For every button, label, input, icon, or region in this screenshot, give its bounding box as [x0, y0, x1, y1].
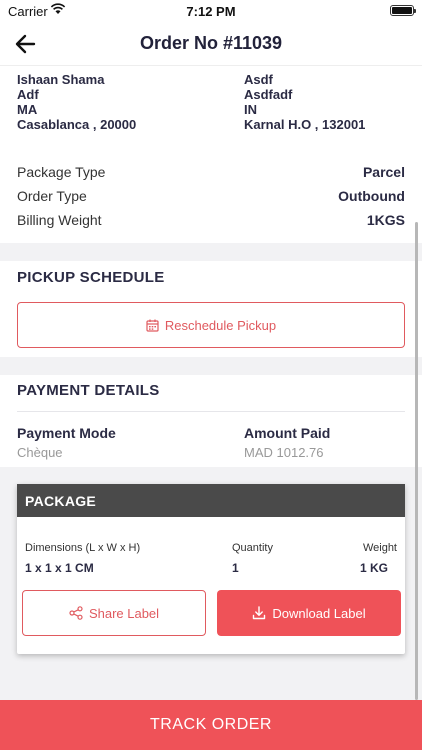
amount-paid-value: MAD 1012.76: [244, 445, 324, 460]
receiver-name: Asdf: [244, 72, 273, 87]
sender-line1: Adf: [17, 87, 39, 102]
payment-mode-label: Payment Mode: [17, 425, 116, 441]
package-type-label: Package Type: [17, 164, 106, 180]
package-card: PACKAGE Dimensions (L x W x H) 1 x 1 x 1…: [17, 484, 405, 654]
reschedule-pickup-label: Reschedule Pickup: [164, 317, 277, 333]
sender-name: Ishaan Shama: [17, 72, 105, 87]
billing-weight-value: 1KGS: [366, 212, 405, 228]
section-gap: [0, 243, 422, 261]
sender-city: Casablanca , 20000: [17, 117, 137, 132]
section-gap: [0, 357, 422, 375]
billing-weight-label: Billing Weight: [17, 212, 102, 228]
pickup-schedule-title: PICKUP SCHEDULE: [17, 269, 165, 286]
divider: [17, 411, 405, 412]
billing-weight-row: Billing Weight 1KGS: [17, 212, 405, 232]
receiver-line1: Asdfadf: [244, 87, 293, 102]
quantity-value: 1: [232, 561, 239, 575]
clock: 7:12 PM: [186, 4, 236, 19]
sender-address: Ishaan Shama Adf MA Casablanca , 20000: [17, 72, 136, 132]
order-type-label: Order Type: [17, 188, 87, 204]
package-title: PACKAGE: [17, 484, 405, 517]
payment-details-title: PAYMENT DETAILS: [17, 382, 160, 399]
reschedule-pickup-button[interactable]: Reschedule Pickup: [17, 302, 405, 348]
dimensions-value: 1 x 1 x 1 CM: [25, 561, 94, 575]
download-label-text: Download Label: [272, 605, 366, 621]
weight-label: Weight: [362, 542, 397, 554]
order-type-row: Order Type Outbound: [17, 188, 405, 208]
battery-icon: [390, 5, 416, 16]
package-type-value: Parcel: [362, 164, 405, 180]
payment-mode-value: Chèque: [17, 445, 63, 460]
dimensions-label: Dimensions (L x W x H): [25, 542, 141, 554]
page-title: Order No #11039: [139, 33, 283, 53]
calendar-icon: [146, 319, 159, 332]
receiver-city: Karnal H.O , 132001: [244, 117, 366, 132]
status-bar: Carrier 7:12 PM: [0, 0, 422, 22]
scrollbar[interactable]: [415, 222, 418, 700]
share-label-button[interactable]: Share Label: [22, 590, 206, 636]
receiver-line2: IN: [244, 102, 257, 117]
share-icon: [69, 606, 83, 620]
order-type-value: Outbound: [338, 188, 405, 204]
package-type-row: Package Type Parcel: [17, 164, 405, 184]
receiver-address: Asdf Asdfadf IN Karnal H.O , 132001: [244, 72, 365, 132]
share-label-text: Share Label: [88, 605, 160, 621]
track-order-button[interactable]: TRACK ORDER: [0, 700, 422, 750]
weight-value: 1 KG: [360, 561, 389, 575]
navigation-bar: Order No #11039: [0, 22, 422, 66]
download-label-button[interactable]: Download Label: [217, 590, 401, 636]
amount-paid-label: Amount Paid: [244, 425, 331, 441]
sender-line2: MA: [17, 102, 38, 117]
download-icon: [253, 606, 266, 620]
quantity-label: Quantity: [232, 542, 273, 554]
